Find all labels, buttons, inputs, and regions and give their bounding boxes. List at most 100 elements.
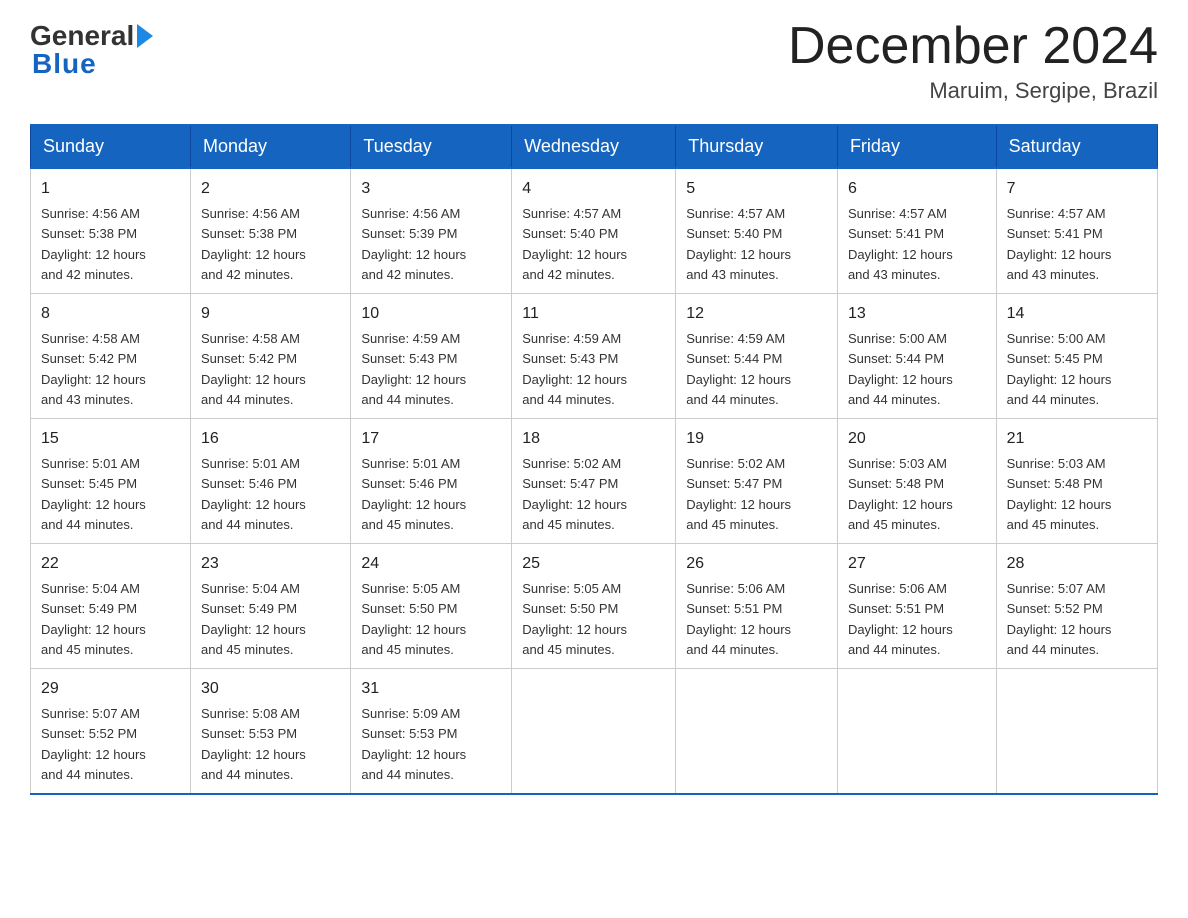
day-number: 28 bbox=[1007, 552, 1147, 576]
day-number: 15 bbox=[41, 427, 180, 451]
calendar-cell bbox=[676, 669, 838, 795]
day-info: Sunrise: 4:57 AMSunset: 5:40 PMDaylight:… bbox=[522, 206, 627, 282]
day-number: 10 bbox=[361, 302, 501, 326]
calendar-cell: 25 Sunrise: 5:05 AMSunset: 5:50 PMDaylig… bbox=[512, 544, 676, 669]
day-info: Sunrise: 4:57 AMSunset: 5:41 PMDaylight:… bbox=[848, 206, 953, 282]
day-number: 23 bbox=[201, 552, 340, 576]
calendar-cell: 15 Sunrise: 5:01 AMSunset: 5:45 PMDaylig… bbox=[31, 419, 191, 544]
day-number: 20 bbox=[848, 427, 986, 451]
calendar-cell: 21 Sunrise: 5:03 AMSunset: 5:48 PMDaylig… bbox=[996, 419, 1157, 544]
day-number: 17 bbox=[361, 427, 501, 451]
day-number: 3 bbox=[361, 177, 501, 201]
calendar-cell: 11 Sunrise: 4:59 AMSunset: 5:43 PMDaylig… bbox=[512, 294, 676, 419]
calendar-cell: 12 Sunrise: 4:59 AMSunset: 5:44 PMDaylig… bbox=[676, 294, 838, 419]
day-info: Sunrise: 4:57 AMSunset: 5:40 PMDaylight:… bbox=[686, 206, 791, 282]
calendar-cell: 31 Sunrise: 5:09 AMSunset: 5:53 PMDaylig… bbox=[351, 669, 512, 795]
calendar-cell: 26 Sunrise: 5:06 AMSunset: 5:51 PMDaylig… bbox=[676, 544, 838, 669]
day-info: Sunrise: 5:02 AMSunset: 5:47 PMDaylight:… bbox=[522, 456, 627, 532]
day-number: 27 bbox=[848, 552, 986, 576]
calendar-cell: 24 Sunrise: 5:05 AMSunset: 5:50 PMDaylig… bbox=[351, 544, 512, 669]
calendar-cell: 3 Sunrise: 4:56 AMSunset: 5:39 PMDayligh… bbox=[351, 168, 512, 294]
day-number: 6 bbox=[848, 177, 986, 201]
day-info: Sunrise: 4:56 AMSunset: 5:38 PMDaylight:… bbox=[41, 206, 146, 282]
day-number: 2 bbox=[201, 177, 340, 201]
day-info: Sunrise: 4:59 AMSunset: 5:43 PMDaylight:… bbox=[361, 331, 466, 407]
day-number: 30 bbox=[201, 677, 340, 701]
day-info: Sunrise: 5:03 AMSunset: 5:48 PMDaylight:… bbox=[1007, 456, 1112, 532]
day-info: Sunrise: 4:59 AMSunset: 5:43 PMDaylight:… bbox=[522, 331, 627, 407]
day-number: 1 bbox=[41, 177, 180, 201]
calendar-cell: 7 Sunrise: 4:57 AMSunset: 5:41 PMDayligh… bbox=[996, 168, 1157, 294]
calendar-week-row: 8 Sunrise: 4:58 AMSunset: 5:42 PMDayligh… bbox=[31, 294, 1158, 419]
month-year-title: December 2024 bbox=[788, 20, 1158, 72]
day-info: Sunrise: 5:00 AMSunset: 5:44 PMDaylight:… bbox=[848, 331, 953, 407]
day-info: Sunrise: 5:06 AMSunset: 5:51 PMDaylight:… bbox=[848, 581, 953, 657]
day-info: Sunrise: 4:56 AMSunset: 5:38 PMDaylight:… bbox=[201, 206, 306, 282]
day-info: Sunrise: 4:57 AMSunset: 5:41 PMDaylight:… bbox=[1007, 206, 1112, 282]
day-info: Sunrise: 5:06 AMSunset: 5:51 PMDaylight:… bbox=[686, 581, 791, 657]
calendar-week-row: 1 Sunrise: 4:56 AMSunset: 5:38 PMDayligh… bbox=[31, 168, 1158, 294]
day-info: Sunrise: 4:58 AMSunset: 5:42 PMDaylight:… bbox=[41, 331, 146, 407]
day-number: 14 bbox=[1007, 302, 1147, 326]
calendar-cell bbox=[837, 669, 996, 795]
calendar-week-row: 15 Sunrise: 5:01 AMSunset: 5:45 PMDaylig… bbox=[31, 419, 1158, 544]
day-info: Sunrise: 5:07 AMSunset: 5:52 PMDaylight:… bbox=[41, 706, 146, 782]
calendar-header-row: Sunday Monday Tuesday Wednesday Thursday… bbox=[31, 125, 1158, 168]
logo: General Blue bbox=[30, 20, 153, 80]
calendar-cell: 2 Sunrise: 4:56 AMSunset: 5:38 PMDayligh… bbox=[191, 168, 351, 294]
day-number: 7 bbox=[1007, 177, 1147, 201]
day-info: Sunrise: 5:01 AMSunset: 5:46 PMDaylight:… bbox=[201, 456, 306, 532]
day-info: Sunrise: 5:07 AMSunset: 5:52 PMDaylight:… bbox=[1007, 581, 1112, 657]
calendar-cell: 19 Sunrise: 5:02 AMSunset: 5:47 PMDaylig… bbox=[676, 419, 838, 544]
calendar-cell: 29 Sunrise: 5:07 AMSunset: 5:52 PMDaylig… bbox=[31, 669, 191, 795]
day-info: Sunrise: 5:02 AMSunset: 5:47 PMDaylight:… bbox=[686, 456, 791, 532]
day-info: Sunrise: 5:08 AMSunset: 5:53 PMDaylight:… bbox=[201, 706, 306, 782]
header-monday: Monday bbox=[191, 125, 351, 168]
calendar-cell: 22 Sunrise: 5:04 AMSunset: 5:49 PMDaylig… bbox=[31, 544, 191, 669]
calendar-cell: 4 Sunrise: 4:57 AMSunset: 5:40 PMDayligh… bbox=[512, 168, 676, 294]
day-number: 22 bbox=[41, 552, 180, 576]
day-number: 4 bbox=[522, 177, 665, 201]
calendar-cell: 5 Sunrise: 4:57 AMSunset: 5:40 PMDayligh… bbox=[676, 168, 838, 294]
day-number: 26 bbox=[686, 552, 827, 576]
calendar-cell: 16 Sunrise: 5:01 AMSunset: 5:46 PMDaylig… bbox=[191, 419, 351, 544]
logo-arrow-icon bbox=[137, 24, 153, 48]
day-info: Sunrise: 5:01 AMSunset: 5:45 PMDaylight:… bbox=[41, 456, 146, 532]
day-info: Sunrise: 5:09 AMSunset: 5:53 PMDaylight:… bbox=[361, 706, 466, 782]
calendar-cell: 23 Sunrise: 5:04 AMSunset: 5:49 PMDaylig… bbox=[191, 544, 351, 669]
day-number: 16 bbox=[201, 427, 340, 451]
calendar-cell: 13 Sunrise: 5:00 AMSunset: 5:44 PMDaylig… bbox=[837, 294, 996, 419]
calendar-cell: 17 Sunrise: 5:01 AMSunset: 5:46 PMDaylig… bbox=[351, 419, 512, 544]
calendar-cell: 27 Sunrise: 5:06 AMSunset: 5:51 PMDaylig… bbox=[837, 544, 996, 669]
title-section: December 2024 Maruim, Sergipe, Brazil bbox=[788, 20, 1158, 104]
calendar-cell: 1 Sunrise: 4:56 AMSunset: 5:38 PMDayligh… bbox=[31, 168, 191, 294]
day-number: 18 bbox=[522, 427, 665, 451]
day-number: 19 bbox=[686, 427, 827, 451]
calendar-table: Sunday Monday Tuesday Wednesday Thursday… bbox=[30, 124, 1158, 795]
header-tuesday: Tuesday bbox=[351, 125, 512, 168]
day-number: 21 bbox=[1007, 427, 1147, 451]
calendar-week-row: 29 Sunrise: 5:07 AMSunset: 5:52 PMDaylig… bbox=[31, 669, 1158, 795]
calendar-cell: 9 Sunrise: 4:58 AMSunset: 5:42 PMDayligh… bbox=[191, 294, 351, 419]
page-header: General Blue December 2024 Maruim, Sergi… bbox=[30, 20, 1158, 104]
day-info: Sunrise: 4:59 AMSunset: 5:44 PMDaylight:… bbox=[686, 331, 791, 407]
calendar-cell: 6 Sunrise: 4:57 AMSunset: 5:41 PMDayligh… bbox=[837, 168, 996, 294]
calendar-cell: 30 Sunrise: 5:08 AMSunset: 5:53 PMDaylig… bbox=[191, 669, 351, 795]
calendar-cell bbox=[996, 669, 1157, 795]
calendar-cell: 8 Sunrise: 4:58 AMSunset: 5:42 PMDayligh… bbox=[31, 294, 191, 419]
header-wednesday: Wednesday bbox=[512, 125, 676, 168]
header-thursday: Thursday bbox=[676, 125, 838, 168]
day-info: Sunrise: 5:05 AMSunset: 5:50 PMDaylight:… bbox=[522, 581, 627, 657]
header-friday: Friday bbox=[837, 125, 996, 168]
day-number: 5 bbox=[686, 177, 827, 201]
header-saturday: Saturday bbox=[996, 125, 1157, 168]
location-subtitle: Maruim, Sergipe, Brazil bbox=[788, 78, 1158, 104]
day-info: Sunrise: 5:03 AMSunset: 5:48 PMDaylight:… bbox=[848, 456, 953, 532]
calendar-week-row: 22 Sunrise: 5:04 AMSunset: 5:49 PMDaylig… bbox=[31, 544, 1158, 669]
day-info: Sunrise: 5:01 AMSunset: 5:46 PMDaylight:… bbox=[361, 456, 466, 532]
calendar-cell: 10 Sunrise: 4:59 AMSunset: 5:43 PMDaylig… bbox=[351, 294, 512, 419]
day-number: 31 bbox=[361, 677, 501, 701]
calendar-cell: 28 Sunrise: 5:07 AMSunset: 5:52 PMDaylig… bbox=[996, 544, 1157, 669]
day-number: 8 bbox=[41, 302, 180, 326]
day-info: Sunrise: 5:00 AMSunset: 5:45 PMDaylight:… bbox=[1007, 331, 1112, 407]
